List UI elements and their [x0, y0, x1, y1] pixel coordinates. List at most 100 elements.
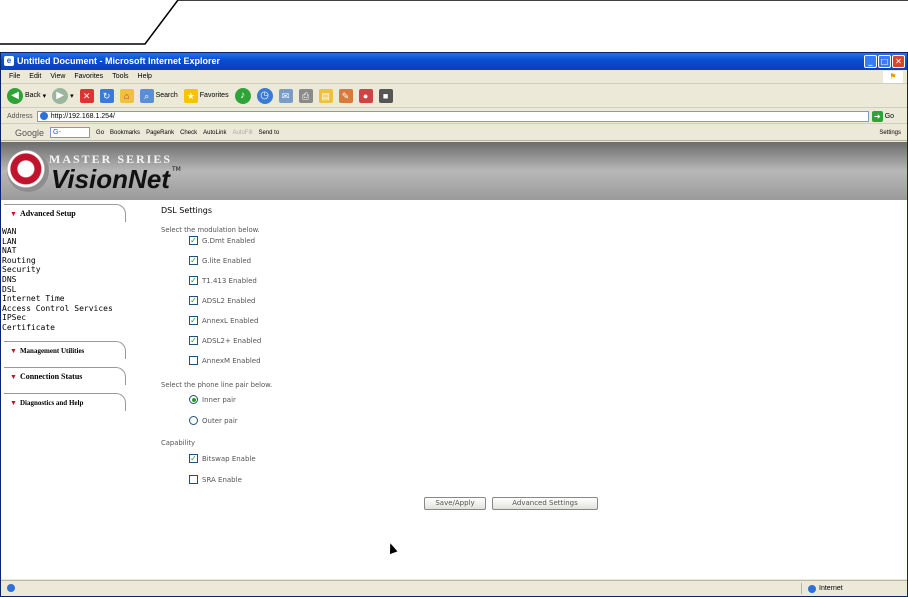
messenger-icon[interactable]: ● — [358, 88, 373, 103]
internet-zone-icon — [808, 584, 816, 593]
google-settings-button[interactable]: Settings — [879, 130, 901, 136]
tab-connection-status[interactable]: ▼ Connection Status — [4, 366, 126, 385]
radio-button[interactable] — [189, 416, 198, 425]
checkbox-sra[interactable]: SRA Enable — [189, 475, 242, 484]
radio-button[interactable] — [189, 395, 198, 404]
checkbox-adsl2[interactable]: ✓ ADSL2 Enabled — [189, 296, 256, 305]
menu-file[interactable]: File — [9, 70, 20, 83]
sidebar-item-lan[interactable]: LAN — [2, 237, 151, 247]
window-title: Untitled Document - Microsoft Internet E… — [17, 56, 221, 66]
checkbox-box[interactable]: ✓ — [189, 454, 198, 463]
checkbox-label: G.Dmt Enabled — [202, 236, 256, 245]
tab-label: Management Utilities — [19, 346, 85, 355]
checkbox-bitswap[interactable]: ✓ Bitswap Enable — [189, 454, 256, 463]
radio-outer-pair[interactable]: Outer pair — [189, 416, 238, 425]
history-icon[interactable]: ◷ — [256, 87, 273, 104]
address-input[interactable]: http://192.168.1.254/ — [36, 110, 869, 122]
menu-tools[interactable]: Tools — [112, 70, 128, 83]
checkbox-box[interactable] — [189, 356, 198, 365]
sidebar-item-dns[interactable]: DNS — [2, 275, 151, 285]
address-bar: Address http://192.168.1.254/ ➜ Go — [1, 109, 907, 124]
menu-view[interactable]: View — [50, 70, 65, 83]
tab-diagnostics-help[interactable]: ▼ Diagnostics and Help — [4, 392, 126, 411]
checkbox-label: ADSL2 Enabled — [202, 296, 256, 305]
tab-label: Connection Status — [19, 371, 83, 381]
page-icon — [39, 112, 48, 120]
decorative-header-line — [0, 0, 908, 45]
close-button[interactable]: ✕ — [892, 55, 905, 68]
research-icon[interactable]: ✎ — [338, 88, 353, 103]
home-icon[interactable]: ⌂ — [119, 88, 134, 103]
checkbox-annexl[interactable]: ✓ AnnexL Enabled — [189, 316, 258, 325]
checkbox-glite[interactable]: ✓ G.lite Enabled — [189, 256, 251, 265]
google-toolbar: Google G- Go Bookmarks PageRank Check Au… — [1, 125, 907, 141]
print-icon[interactable]: ⎙ — [298, 88, 313, 103]
mail-icon[interactable]: ✉ — [278, 88, 293, 103]
menu-help[interactable]: Help — [138, 70, 152, 83]
sidebar-item-wan[interactable]: WAN — [2, 227, 151, 237]
send-to-button[interactable]: Send to — [258, 130, 279, 136]
checkbox-box[interactable]: ✓ — [189, 316, 198, 325]
dsl-settings-panel: DSL Settings Select the modulation below… — [161, 200, 901, 579]
pagerank-button[interactable]: PageRank — [146, 130, 174, 136]
sidebar-item-dsl[interactable]: DSL — [2, 285, 151, 295]
refresh-icon[interactable]: ↻ — [99, 88, 114, 103]
check-button[interactable]: Check — [180, 130, 197, 136]
tab-management-utilities[interactable]: ▼ Management Utilities — [4, 340, 126, 359]
address-label: Address — [7, 112, 33, 120]
sidebar-item-nat[interactable]: NAT — [2, 246, 151, 256]
modulation-instruction: Select the modulation below. — [161, 226, 260, 234]
checkbox-label: T1.413 Enabled — [202, 276, 257, 285]
checkbox-label: ADSL2+ Enabled — [202, 336, 262, 345]
checkbox-box[interactable]: ✓ — [189, 236, 198, 245]
forward-button[interactable]: ▶ ▾ — [52, 87, 74, 104]
menu-favorites[interactable]: Favorites — [74, 70, 103, 83]
folder-icon[interactable]: ▤ — [318, 88, 333, 103]
autofill-button[interactable]: AutoFill — [232, 130, 252, 136]
sidebar-item-internet-time[interactable]: Internet Time — [2, 294, 151, 304]
autolink-button[interactable]: AutoLink — [203, 130, 226, 136]
minimize-button[interactable]: _ — [864, 55, 877, 68]
radio-inner-pair[interactable]: Inner pair — [189, 395, 236, 404]
advanced-settings-button[interactable]: Advanced Settings — [492, 497, 598, 510]
back-button[interactable]: ◀ Back ▾ — [7, 87, 46, 104]
checkbox-box[interactable]: ✓ — [189, 336, 198, 345]
bookmarks-button[interactable]: Bookmarks — [110, 130, 140, 136]
menu-edit[interactable]: Edit — [29, 70, 41, 83]
google-search-input[interactable]: G- — [50, 127, 91, 138]
page-title: DSL Settings — [161, 206, 213, 215]
checkbox-t1413[interactable]: ✓ T1.413 Enabled — [189, 276, 257, 285]
checkbox-gdmt[interactable]: ✓ G.Dmt Enabled — [189, 236, 255, 245]
checkbox-annexm[interactable]: AnnexM Enabled — [189, 356, 261, 365]
page-content: MASTER SERIES VisionNet TM ▼ Advanced Set… — [1, 142, 907, 579]
search-button[interactable]: ⌕ Search — [139, 88, 178, 103]
title-bar[interactable]: e Untitled Document - Microsoft Internet… — [1, 53, 907, 70]
save-apply-button[interactable]: Save/Apply — [424, 497, 486, 510]
checkbox-label: Bitswap Enable — [202, 454, 256, 463]
tab-label: Advanced Setup — [19, 209, 76, 218]
checkbox-adsl2plus[interactable]: ✓ ADSL2+ Enabled — [189, 336, 261, 345]
discuss-icon[interactable]: ■ — [378, 88, 393, 103]
media-icon[interactable]: ♪ — [234, 87, 251, 104]
tab-label: Diagnostics and Help — [19, 398, 84, 407]
checkbox-box[interactable]: ✓ — [189, 296, 198, 305]
phone-pair-instruction: Select the phone line pair below. — [161, 381, 273, 389]
google-go-button[interactable]: Go — [96, 130, 104, 136]
sidebar-item-access-control[interactable]: Access Control Services — [2, 304, 151, 314]
sidebar-item-ipsec[interactable]: IPSec — [2, 313, 151, 323]
checkbox-box[interactable] — [189, 475, 198, 484]
checkbox-box[interactable]: ✓ — [189, 276, 198, 285]
sidebar-item-certificate[interactable]: Certificate — [2, 323, 151, 333]
checkbox-box[interactable]: ✓ — [189, 256, 198, 265]
checkbox-label: G.lite Enabled — [202, 256, 252, 265]
expand-arrow-icon: ▼ — [10, 210, 17, 218]
radio-label: Outer pair — [202, 416, 238, 425]
go-button[interactable]: ➜ Go — [871, 110, 894, 122]
sidebar-item-routing[interactable]: Routing — [2, 256, 151, 266]
tab-advanced-setup[interactable]: ▼ Advanced Setup — [4, 204, 126, 222]
favorites-button[interactable]: ★ Favorites — [183, 88, 229, 103]
stop-icon[interactable]: ✕ — [79, 88, 94, 103]
sidebar-item-security[interactable]: Security — [2, 265, 151, 275]
forward-arrow-icon: ▶ — [52, 87, 69, 104]
maximize-button[interactable]: □ — [878, 55, 891, 68]
